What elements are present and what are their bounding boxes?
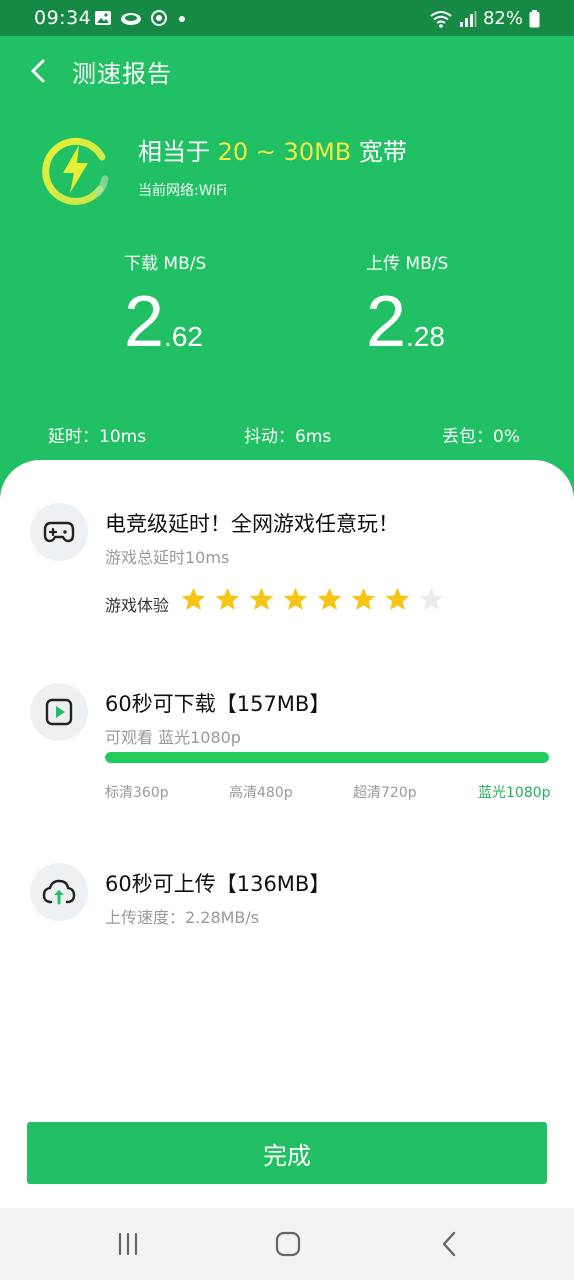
upload-icon-wrapper <box>30 863 88 921</box>
upload-label: 上传 MB/S <box>366 254 449 274</box>
navigation-bar <box>0 1208 574 1280</box>
bandwidth-summary: 相当于 20 ~ 30MB 宽带 <box>138 132 407 167</box>
star-filled-icon <box>283 587 308 610</box>
upload-int: 2 <box>366 282 407 362</box>
download-title: 60秒可下载【157MB】 <box>105 692 331 716</box>
back-icon[interactable] <box>26 58 52 84</box>
star-filled-icon <box>351 587 376 610</box>
bandwidth-prefix: 相当于 <box>138 138 210 166</box>
current-network: 当前网络:WiFi <box>138 183 228 199</box>
sync-icon <box>151 10 167 26</box>
cloud-upload-icon <box>42 879 76 905</box>
quality-progress-bar <box>105 752 549 763</box>
quality-480p: 高清480p <box>229 785 293 801</box>
download-label: 下载 MB/S <box>124 254 207 274</box>
video-play-icon <box>45 698 73 726</box>
battery-percent: 82% <box>482 8 523 29</box>
quality-1080p: 蓝光1080p <box>478 785 551 801</box>
packet-loss-stat: 丢包：0% <box>442 427 520 447</box>
cloud-icon <box>121 13 141 25</box>
star-filled-icon <box>249 587 274 610</box>
status-time: 09:34 <box>34 7 92 29</box>
gamepad-icon <box>43 521 75 543</box>
speed-bolt-icon <box>42 137 109 205</box>
bandwidth-range: 20 ~ 30MB <box>217 138 352 166</box>
game-experience-label: 游戏体验 <box>105 596 170 615</box>
video-icon-wrapper <box>30 683 88 741</box>
quality-360p: 标清360p <box>105 785 169 801</box>
latency-stat: 延时：10ms <box>48 427 147 447</box>
game-subtitle: 游戏总延时10ms <box>105 548 230 567</box>
upload-subtitle: 上传速度：2.28MB/s <box>105 908 260 927</box>
nav-back-icon[interactable] <box>435 1230 465 1258</box>
upload-title: 60秒可上传【136MB】 <box>105 872 331 896</box>
status-bar: 09:34 82% <box>0 0 574 36</box>
system-icons: 82% <box>429 8 540 29</box>
dot-icon <box>179 16 185 22</box>
game-icon-wrapper <box>30 503 88 561</box>
quality-progress-fill <box>105 752 549 763</box>
download-subtitle: 可观看 蓝光1080p <box>105 728 241 747</box>
home-icon[interactable] <box>273 1230 303 1258</box>
star-empty-icon <box>419 587 444 610</box>
upload-dec: .28 <box>406 321 445 352</box>
download-int: 2 <box>124 282 165 362</box>
notification-icons <box>94 9 188 27</box>
download-speed: 2.62 <box>124 286 203 358</box>
upload-speed: 2.28 <box>366 286 445 358</box>
star-filled-icon <box>215 587 240 610</box>
game-rating-stars <box>180 586 445 613</box>
star-filled-icon <box>385 587 410 610</box>
result-card: 电竞级延时！全网游戏任意玩！ 游戏总延时10ms 游戏体验 60秒可下载【157… <box>0 460 574 1208</box>
done-button[interactable]: 完成 <box>27 1122 547 1184</box>
download-dec: .62 <box>164 321 203 352</box>
quality-720p: 超清720p <box>353 785 417 801</box>
wifi-icon <box>430 10 452 28</box>
page-title: 测速报告 <box>72 60 172 88</box>
star-filled-icon <box>181 587 206 610</box>
recent-apps-icon[interactable] <box>113 1230 143 1258</box>
speed-header: 测速报告 相当于 20 ~ 30MB 宽带 当前网络:WiFi 下载 MB/S … <box>0 36 574 506</box>
bandwidth-suffix: 宽带 <box>358 138 407 166</box>
battery-icon <box>529 9 540 27</box>
image-icon <box>95 11 111 25</box>
game-title: 电竞级延时！全网游戏任意玩！ <box>105 512 399 536</box>
signal-icon <box>459 10 477 27</box>
jitter-stat: 抖动：6ms <box>244 427 332 447</box>
star-filled-icon <box>317 587 342 610</box>
